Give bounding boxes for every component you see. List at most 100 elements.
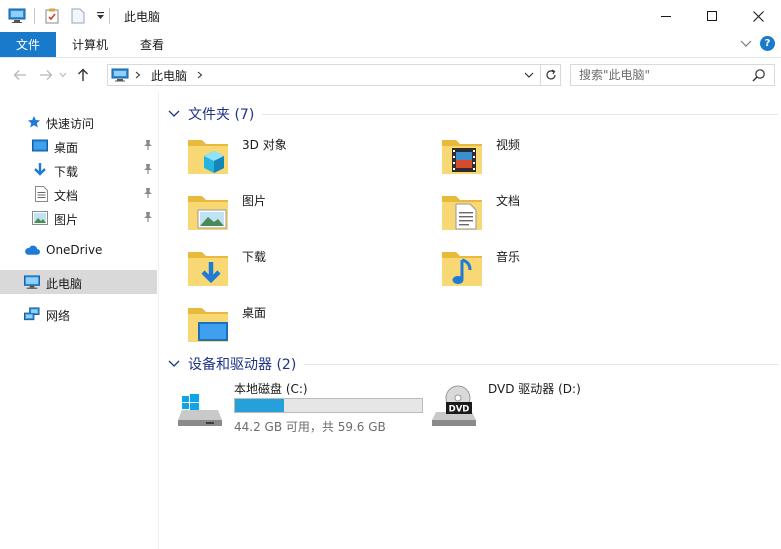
sidebar-item-label: 快速访问 [46,117,95,131]
sidebar-item-quick-access[interactable]: 快速访问 [0,110,157,134]
forward-arrow-icon [40,70,53,80]
cloud-icon [24,242,40,258]
maximize-button[interactable] [689,0,735,32]
sidebar-item-label: 文档 [54,189,79,203]
group-header-drives[interactable]: 设备和驱动器 (2) [168,353,778,375]
pin-icon[interactable] [143,211,153,223]
pin-icon[interactable] [143,139,153,151]
search-icon[interactable] [752,68,766,82]
sidebar-item-network[interactable]: 网络 [0,302,157,326]
chevron-down-icon[interactable] [168,110,182,118]
refresh-icon [545,69,556,80]
address-dropdown-button[interactable] [520,65,538,85]
dvd-drive-icon: DVD [432,385,476,426]
group-divider [262,113,778,115]
computer-icon[interactable] [8,7,26,25]
sidebar-item-label: 下载 [54,165,79,179]
group-header-folders[interactable]: 文件夹 (7) [168,103,778,125]
sidebar-item-downloads[interactable]: 下载 [0,158,157,182]
chevron-down-icon [59,72,67,78]
pin-icon[interactable] [143,187,153,199]
group-title: 设备和驱动器 (2) [188,357,297,373]
navigation-bar: 此电脑 [0,58,781,92]
back-button[interactable] [9,64,31,86]
tab-computer[interactable]: 计算机 [56,32,124,57]
breadcrumb-this-pc[interactable]: 此电脑 [151,67,187,84]
chevron-down-icon[interactable] [168,360,182,368]
tab-view[interactable]: 查看 [124,32,180,57]
sidebar-item-label: 图片 [54,213,79,227]
desktop-icon [32,138,48,154]
title-bar: 此电脑 [0,0,781,32]
folder-desktop[interactable]: 桌面 [184,298,424,350]
folder-label: 视频 [496,138,521,152]
up-button[interactable] [72,64,94,86]
folder-label: 图片 [242,194,267,208]
forward-button[interactable] [35,64,57,86]
sidebar-item-label: OneDrive [46,243,103,257]
sidebar-item-label: 桌面 [54,141,79,155]
pin-icon[interactable] [143,163,153,175]
sidebar-item-documents[interactable]: 文档 [0,182,157,206]
svg-text:DVD: DVD [449,405,470,415]
toolbar-divider [109,8,110,24]
address-bar[interactable]: 此电脑 [107,64,561,86]
drive-local-c[interactable]: 本地磁盘 (C:) 44.2 GB 可用，共 59.6 GB [176,380,426,440]
folder-videos[interactable]: 视频 [438,130,678,182]
close-icon [752,10,764,22]
group-divider [304,363,778,365]
group-title: 文件夹 (7) [188,107,255,123]
minimize-icon [661,16,671,17]
tab-file[interactable]: 文件 [0,32,56,57]
window-title: 此电脑 [124,9,161,24]
help-icon[interactable]: ? [760,36,775,51]
folder-label: 桌面 [242,306,267,320]
star-icon [26,114,42,130]
network-icon [24,306,40,322]
sidebar-item-pictures[interactable]: 图片 [0,206,157,230]
drive-label: DVD 驱动器 (D:) [488,382,581,396]
sidebar-item-desktop[interactable]: 桌面 [0,134,157,158]
sidebar-item-label: 此电脑 [46,277,83,291]
computer-icon [111,68,129,81]
refresh-button[interactable] [540,65,560,85]
folder-label: 文档 [496,194,521,208]
properties-icon[interactable] [43,7,61,25]
sidebar-item-label: 网络 [46,309,71,323]
close-button[interactable] [735,0,781,32]
download-arrow-icon [32,162,48,178]
breadcrumb-chevron-icon[interactable] [197,71,203,79]
search-box[interactable] [570,64,775,86]
folder-music[interactable]: 音乐 [438,242,678,294]
toolbar-divider [34,8,35,24]
content-pane: 文件夹 (7) 3D 对象 视频 图片 文档 下载 音乐 桌面 设备和驱动器 (… [160,92,781,549]
back-arrow-icon [13,70,26,80]
music-folder-icon [442,252,482,286]
sidebar-item-onedrive[interactable]: OneDrive [0,238,157,262]
up-arrow-icon [78,68,88,81]
recent-locations-button[interactable] [57,64,69,86]
folder-pictures[interactable]: 图片 [184,186,424,238]
ribbon-right-controls: ? [740,36,775,51]
hard-drive-icon [178,394,222,426]
folder-label: 3D 对象 [242,138,287,152]
picture-icon [32,210,48,226]
expand-ribbon-icon[interactable] [740,37,752,51]
window-controls [643,0,781,32]
quick-access-toolbar: 此电脑 [0,0,160,32]
minimize-button[interactable] [643,0,689,32]
new-folder-icon[interactable] [69,7,87,25]
folder-documents[interactable]: 文档 [438,186,678,238]
breadcrumb-chevron-icon[interactable] [135,71,141,79]
folder-3d-objects[interactable]: 3D 对象 [184,130,424,182]
search-input[interactable] [579,68,749,82]
drive-usage-fill [235,399,284,412]
folder-label: 音乐 [496,250,521,264]
computer-icon [24,274,40,290]
customize-toolbar-icon[interactable] [95,7,105,25]
folder-downloads[interactable]: 下载 [184,242,424,294]
drive-dvd-d[interactable]: DVD DVD 驱动器 (D:) [430,380,680,440]
sidebar-item-this-pc[interactable]: 此电脑 [0,270,157,294]
drive-space-info: 44.2 GB 可用，共 59.6 GB [234,420,386,434]
chevron-down-icon [524,72,534,78]
